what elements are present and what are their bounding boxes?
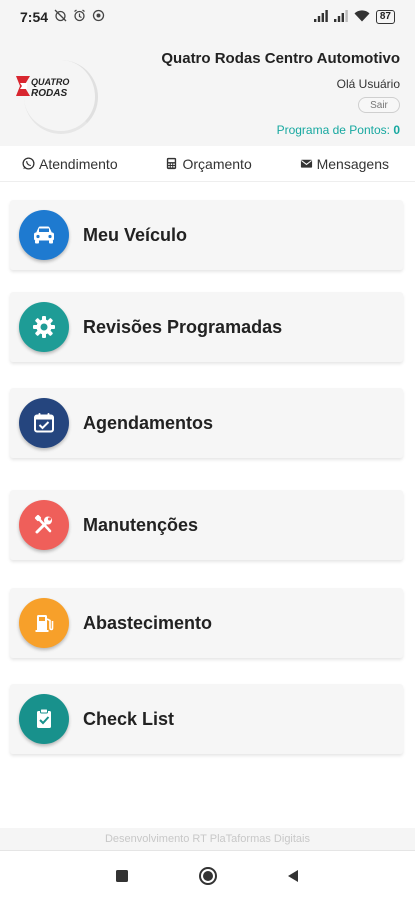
svg-text:QUATRO: QUATRO — [31, 77, 69, 87]
points-value: 0 — [393, 123, 400, 137]
quatro-rodas-logo-icon: QUATRO RODAS — [16, 76, 69, 99]
gear-icon — [19, 302, 69, 352]
menu-manutencoes-label: Manutenções — [83, 514, 199, 535]
clipboard-check-icon — [19, 694, 69, 744]
envelope-icon — [300, 159, 312, 168]
back-button[interactable] — [282, 865, 304, 887]
menu-check-list-label: Check List — [83, 708, 175, 729]
battery-icon: 87 — [375, 10, 395, 24]
company-logo: QUATRO RODAS — [14, 60, 98, 156]
android-nav-bar — [0, 850, 415, 900]
mute-alarm-icon — [54, 9, 67, 25]
points-program[interactable]: Programa de Pontos: 0 — [277, 123, 400, 137]
quick-nav: Atendimento Orçamento Mensagens — [0, 146, 415, 182]
menu-revisoes-programadas[interactable]: Revisões Programadas — [10, 292, 403, 362]
menu-check-list[interactable]: Check List — [10, 684, 403, 754]
back-triangle-icon — [288, 870, 298, 882]
alarm-icon — [73, 9, 86, 25]
circle-icon — [199, 867, 217, 885]
status-time: 7:54 — [20, 9, 49, 25]
fuel-pump-icon — [19, 598, 69, 648]
nav-orcamento-label: Orçamento — [182, 155, 252, 172]
menu-meu-veiculo-label: Meu Veículo — [83, 224, 188, 245]
menu-abastecimento[interactable]: Abastecimento — [10, 588, 403, 658]
app-header: QUATRO RODAS Quatro Rodas Centro Automot… — [0, 34, 415, 146]
status-bar: 7:54 87 — [0, 0, 415, 34]
nav-atendimento-label: Atendimento — [39, 155, 118, 172]
tools-icon — [19, 500, 69, 550]
status-left: 7:54 — [20, 9, 105, 25]
menu-agendamentos[interactable]: Agendamentos — [10, 388, 403, 458]
nav-mensagens[interactable]: Mensagens — [300, 156, 389, 172]
data-saver-icon — [92, 9, 105, 25]
recents-button[interactable] — [111, 865, 133, 887]
menu-meu-veiculo[interactable]: Meu Veículo — [10, 200, 403, 270]
nav-mensagens-label: Mensagens — [316, 155, 389, 172]
nav-atendimento[interactable]: Atendimento — [22, 156, 118, 172]
user-greeting: Olá Usuário — [336, 77, 400, 91]
calendar-check-icon — [19, 398, 69, 448]
signal-icon — [313, 9, 328, 25]
menu-revisoes-label: Revisões Programadas — [83, 316, 283, 337]
menu-abastecimento-label: Abastecimento — [83, 612, 213, 633]
menu-agendamentos-label: Agendamentos — [83, 412, 214, 433]
square-icon — [116, 870, 128, 882]
logout-button[interactable]: Sair — [358, 97, 400, 113]
footer-credit: Desenvolvimento RT PlaTaformas Digitais — [0, 828, 415, 850]
nav-orcamento[interactable]: Orçamento — [165, 155, 252, 172]
signal-icon — [333, 9, 348, 25]
car-icon — [19, 210, 69, 260]
home-button[interactable] — [197, 865, 219, 887]
svg-text:RODAS: RODAS — [31, 88, 67, 99]
points-label: Programa de Pontos: — [276, 123, 390, 137]
company-name: Quatro Rodas Centro Automotivo — [161, 50, 400, 67]
calculator-icon — [167, 157, 177, 170]
status-right: 87 — [313, 9, 395, 25]
whatsapp-icon — [22, 157, 35, 170]
wifi-icon — [354, 9, 370, 25]
menu-manutencoes[interactable]: Manutenções — [10, 490, 403, 560]
